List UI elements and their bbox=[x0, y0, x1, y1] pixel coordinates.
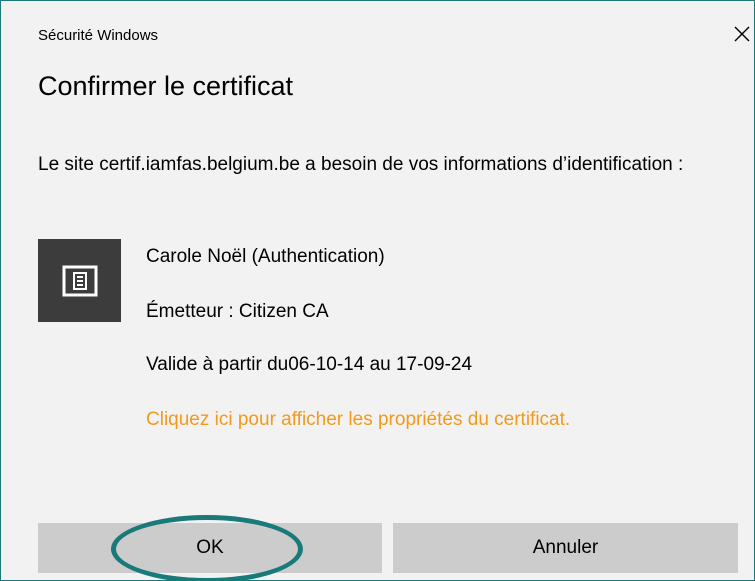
certificate-properties-link[interactable]: Cliquez ici pour afficher les propriétés… bbox=[146, 405, 626, 434]
close-icon bbox=[734, 26, 750, 42]
cancel-button[interactable]: Annuler bbox=[393, 523, 738, 573]
certificate-validity: Valide à partir du06-10-14 au 17-09-24 bbox=[146, 354, 473, 375]
window-title: Sécurité Windows bbox=[38, 27, 159, 44]
close-button[interactable] bbox=[729, 19, 754, 49]
dialog-message: Le site certif.iamfas.belgium.be a besoi… bbox=[38, 154, 684, 175]
security-dialog: Sécurité Windows Confirmer le certificat… bbox=[0, 0, 755, 581]
dialog-heading: Confirmer le certificat bbox=[38, 71, 294, 101]
certificate-issuer: Émetteur : Citizen CA bbox=[146, 301, 329, 322]
certificate-name: Carole Noël (Authentication) bbox=[146, 246, 385, 267]
certificate-card-icon bbox=[38, 239, 121, 322]
ok-button[interactable]: OK bbox=[38, 523, 382, 573]
